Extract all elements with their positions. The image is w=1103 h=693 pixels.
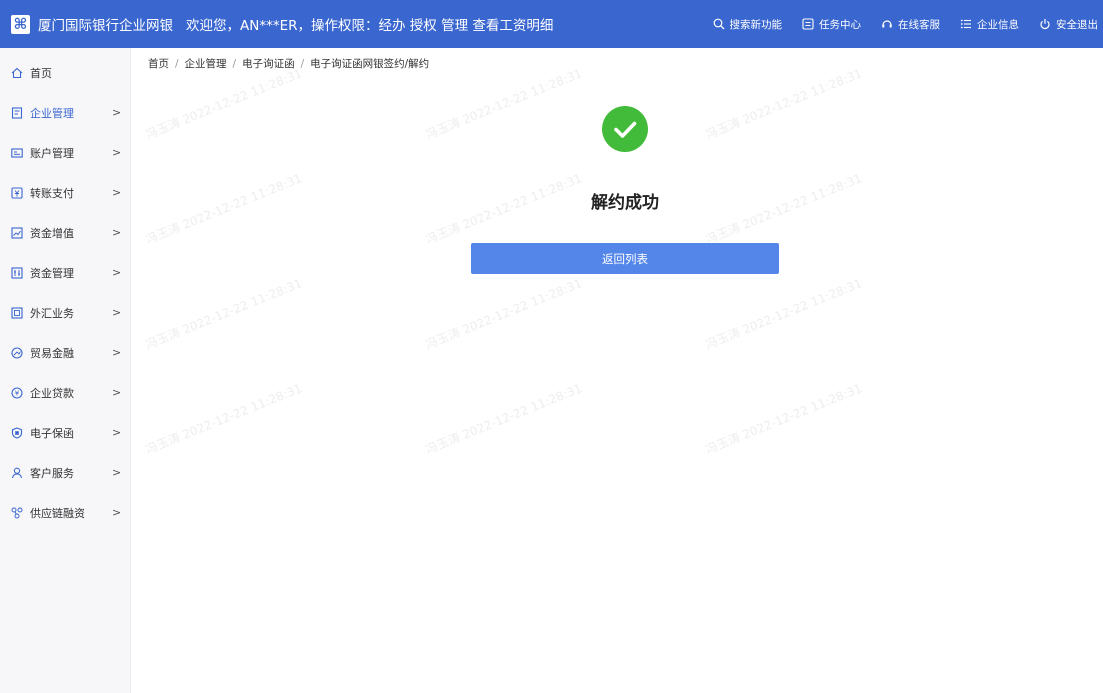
sidebar-item-wealth[interactable]: 资金增值 >: [0, 219, 131, 247]
task-center-button[interactable]: 任务中心: [802, 17, 861, 32]
bank-name: 厦门国际银行企业网银: [38, 18, 173, 34]
power-icon: [1039, 18, 1051, 30]
sidebar-item-label: 账户管理: [30, 147, 74, 160]
welcome-text: 欢迎您，AN***ER，操作权限：经办 授权 管理 查看工资明细: [186, 18, 554, 34]
watermark-text: 冯玉涛 2022-12-22 11:28:31: [143, 381, 304, 457]
sidebar-item-guarantee[interactable]: 电子保函 >: [0, 419, 131, 447]
bank-logo[interactable]: ⌘: [11, 14, 30, 34]
sidebar-item-loan[interactable]: ¥ 企业贷款 >: [0, 379, 131, 407]
logout-label: 安全退出: [1056, 18, 1098, 31]
chevron-right-icon: >: [112, 466, 122, 479]
sidebar-item-label: 首页: [30, 67, 52, 80]
sidebar-item-label: 企业管理: [30, 107, 74, 120]
user-icon: [11, 467, 23, 479]
logout-button[interactable]: 安全退出: [1039, 17, 1098, 32]
chevron-right-icon: >: [112, 226, 122, 239]
sidebar-item-label: 资金管理: [30, 267, 74, 280]
result-title: 解约成功: [591, 193, 659, 213]
chevron-right-icon: >: [112, 506, 122, 519]
list-icon: [960, 18, 972, 30]
chevron-right-icon: >: [112, 346, 122, 359]
transfer-icon: [11, 187, 23, 199]
task-icon: [802, 18, 814, 30]
watermark-text: 冯玉涛 2022-12-22 11:28:31: [703, 66, 864, 142]
chevron-right-icon: >: [112, 386, 122, 399]
watermark-text: 冯玉涛 2022-12-22 11:28:31: [423, 381, 584, 457]
sidebar-item-fund-management[interactable]: 资金管理 >: [0, 259, 131, 287]
sidebar-item-trade-finance[interactable]: 贸易金融 >: [0, 339, 131, 367]
forex-icon: [11, 307, 23, 319]
chart-icon: [11, 227, 23, 239]
sidebar-item-supply-chain[interactable]: 供应链融资 >: [0, 499, 131, 527]
sidebar-item-home[interactable]: 首页: [0, 59, 131, 87]
watermark-text: 冯玉涛 2022-12-22 11:28:31: [703, 276, 864, 352]
fund-icon: [11, 267, 23, 279]
sidebar-item-label: 贸易金融: [30, 347, 74, 360]
enterprise-info-button[interactable]: 企业信息: [960, 17, 1019, 32]
online-service-button[interactable]: 在线客服: [881, 17, 940, 32]
success-check-icon: [602, 106, 648, 152]
sidebar-item-label: 客户服务: [30, 467, 74, 480]
breadcrumb-current: 电子询证函网银签约/解约: [310, 58, 430, 70]
watermark-text: 冯玉涛 2022-12-22 11:28:31: [423, 276, 584, 352]
breadcrumb-e-confirmation[interactable]: 电子询证函: [242, 58, 295, 70]
online-service-label: 在线客服: [898, 18, 940, 31]
supply-chain-icon: [11, 507, 23, 519]
headset-icon: [881, 18, 893, 30]
logo-glyph: ⌘: [13, 14, 28, 33]
chevron-right-icon: >: [112, 146, 122, 159]
breadcrumb-enterprise[interactable]: 企业管理: [185, 58, 227, 70]
top-actions: 搜索新功能 任务中心 在线客服 企业信息 安全退出: [713, 0, 1103, 48]
sidebar-item-transfer[interactable]: 转账支付 >: [0, 179, 131, 207]
sidebar-item-forex[interactable]: 外汇业务 >: [0, 299, 131, 327]
chevron-right-icon: >: [112, 186, 122, 199]
watermark-text: 冯玉涛 2022-12-22 11:28:31: [703, 171, 864, 247]
sidebar-item-customer-service[interactable]: 客户服务 >: [0, 459, 131, 487]
sidebar-item-label: 资金增值: [30, 227, 74, 240]
return-to-list-button[interactable]: 返回列表: [471, 243, 779, 274]
watermark-text: 冯玉涛 2022-12-22 11:28:31: [143, 171, 304, 247]
sidebar-item-label: 电子保函: [30, 427, 74, 440]
enterprise-icon: [11, 107, 23, 119]
search-feature-label: 搜索新功能: [729, 18, 783, 31]
account-icon: [11, 147, 23, 159]
sidebar-item-label: 企业贷款: [30, 387, 74, 400]
breadcrumb: 首页 / 企业管理 / 电子询证函 / 电子询证函网银签约/解约: [148, 56, 429, 71]
chevron-right-icon: >: [112, 106, 122, 119]
svg-text:¥: ¥: [15, 390, 20, 398]
search-icon: [713, 18, 725, 30]
breadcrumb-home[interactable]: 首页: [148, 58, 169, 70]
breadcrumb-separator: /: [232, 58, 237, 70]
watermark-text: 冯玉涛 2022-12-22 11:28:31: [143, 276, 304, 352]
watermark-text: 冯玉涛 2022-12-22 11:28:31: [423, 66, 584, 142]
breadcrumb-separator: /: [300, 58, 305, 70]
task-center-label: 任务中心: [819, 18, 861, 31]
enterprise-info-label: 企业信息: [977, 18, 1019, 31]
sidebar-item-label: 供应链融资: [30, 507, 85, 520]
breadcrumb-separator: /: [175, 58, 179, 70]
chevron-right-icon: >: [112, 426, 122, 439]
watermark-text: 冯玉涛 2022-12-22 11:28:31: [703, 381, 864, 457]
chevron-right-icon: >: [112, 266, 122, 279]
chevron-right-icon: >: [112, 306, 122, 319]
watermark-text: 冯玉涛 2022-12-22 11:28:31: [143, 66, 304, 142]
sidebar-item-enterprise[interactable]: 企业管理 >: [0, 99, 131, 127]
home-icon: [11, 67, 23, 79]
sidebar-item-account[interactable]: 账户管理 >: [0, 139, 131, 167]
guarantee-icon: [11, 427, 23, 439]
sidebar: 首页 企业管理 > 账户管理 > 转账支付 > 资金增值 > 资金管理 > 外汇…: [0, 48, 131, 693]
loan-icon: ¥: [11, 387, 23, 399]
sidebar-item-label: 外汇业务: [30, 307, 74, 320]
top-bar: ⌘ 厦门国际银行企业网银 欢迎您，AN***ER，操作权限：经办 授权 管理 查…: [0, 0, 1103, 48]
trade-icon: [11, 347, 23, 359]
sidebar-item-label: 转账支付: [30, 187, 74, 200]
search-feature-button[interactable]: 搜索新功能: [713, 17, 783, 32]
